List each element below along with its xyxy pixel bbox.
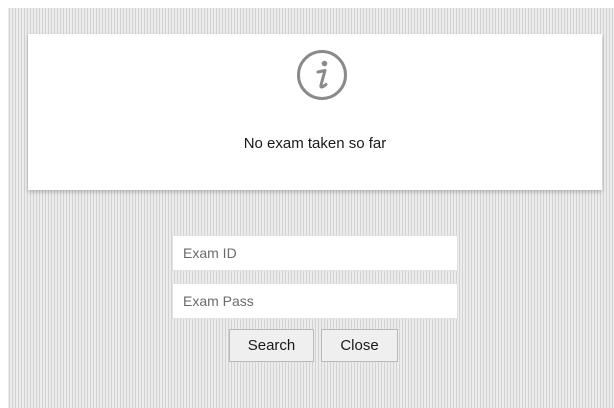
exam-id-input[interactable]: [172, 235, 458, 271]
window-frame-left: [0, 0, 8, 408]
notice-message: No exam taken so far: [243, 135, 387, 152]
exam-pass-input[interactable]: [172, 283, 458, 319]
info-icon: [296, 49, 348, 101]
window-frame-top: [0, 0, 614, 8]
notice-card: No exam taken so far: [28, 34, 602, 190]
close-button[interactable]: Close: [321, 329, 398, 362]
search-button[interactable]: Search: [229, 329, 314, 362]
